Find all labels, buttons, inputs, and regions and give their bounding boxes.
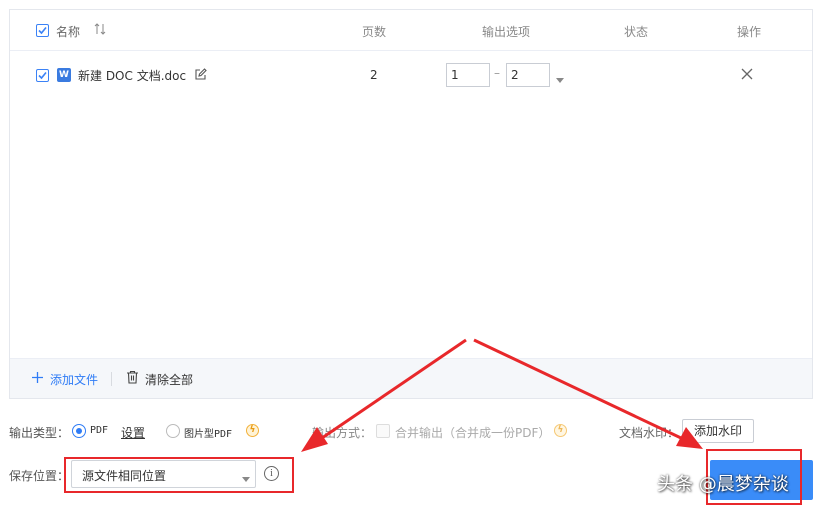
app-root: 名称 页数 输出选项 状态 操作 W 新建 DOC 文档.doc 2 1 – 2 — [0, 0, 825, 510]
source-watermark: 头条 @晨梦杂谈 — [657, 474, 789, 495]
arrow-head-left — [301, 427, 328, 452]
annotation-arrows — [301, 338, 703, 452]
